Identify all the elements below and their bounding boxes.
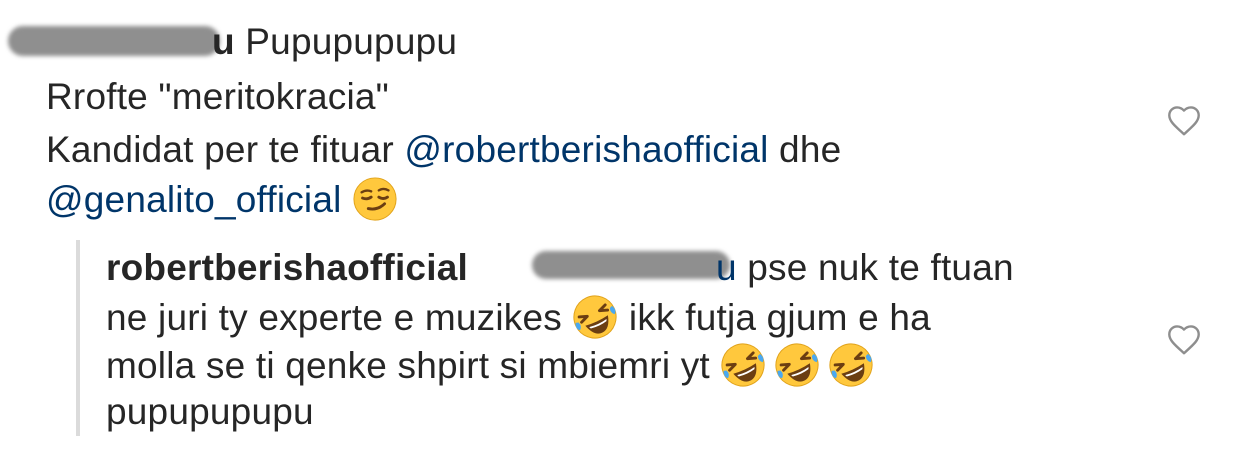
reply-thread-line <box>76 240 80 436</box>
parent-comment: u Pupupupupu Rrofte "meritokracia" Kandi… <box>0 0 1242 225</box>
parent-username-tail: Pupupupupu <box>234 21 458 62</box>
parent-comment-line-1: Rrofte "meritokracia" <box>46 76 389 117</box>
reply-mention-fragment[interactable]: u <box>716 247 737 288</box>
reply-line-4: pupupupupu <box>106 391 314 432</box>
rolling-laughing-emoji-icon <box>775 343 819 387</box>
parent-comment-line-3: @genalito_official <box>46 176 398 222</box>
reply-username[interactable]: robertberishaofficial <box>106 247 468 288</box>
heart-outline-icon[interactable] <box>1166 322 1202 356</box>
reply-line2-tail: ikk futja gjum e ha <box>618 297 931 338</box>
rolling-laughing-emoji-icon <box>721 343 765 387</box>
heart-outline-icon[interactable] <box>1166 103 1202 137</box>
rolling-laughing-emoji-icon <box>573 295 618 339</box>
mention-genalito-official[interactable]: @genalito_official <box>46 179 342 220</box>
reply-line3-text: molla se ti qenke shpirt si mbiemri yt <box>106 345 721 386</box>
reply-line-1-tail: u pse nuk te ftuan <box>716 246 1014 290</box>
smirking-face-emoji-icon <box>353 177 397 221</box>
parent-line2-text: Kandidat per te fituar <box>46 129 405 170</box>
reply-line-1: robertberishaofficial <box>106 246 468 290</box>
reply-line-3: molla se ti qenke shpirt si mbiemri yt <box>106 342 874 388</box>
parent-comment-header: u Pupupupupu <box>212 20 457 64</box>
reply-line-2: ne juri ty experte e muzikes ikk futja g… <box>106 294 931 340</box>
mention-robertberishaofficial[interactable]: @robertberishaofficial <box>404 129 768 170</box>
parent-line2-suffix: dhe <box>768 129 842 170</box>
reply-line1-text: pse nuk te ftuan <box>736 247 1014 288</box>
parent-comment-line-2: Kandidat per te fituar @robertberishaoff… <box>46 128 841 172</box>
redacted-mention <box>532 251 730 279</box>
parent-username-fragment[interactable]: u <box>212 21 235 62</box>
rolling-laughing-emoji-icon <box>829 343 873 387</box>
redacted-username <box>8 26 220 56</box>
reply-line2-text: ne juri ty experte e muzikes <box>106 297 573 338</box>
